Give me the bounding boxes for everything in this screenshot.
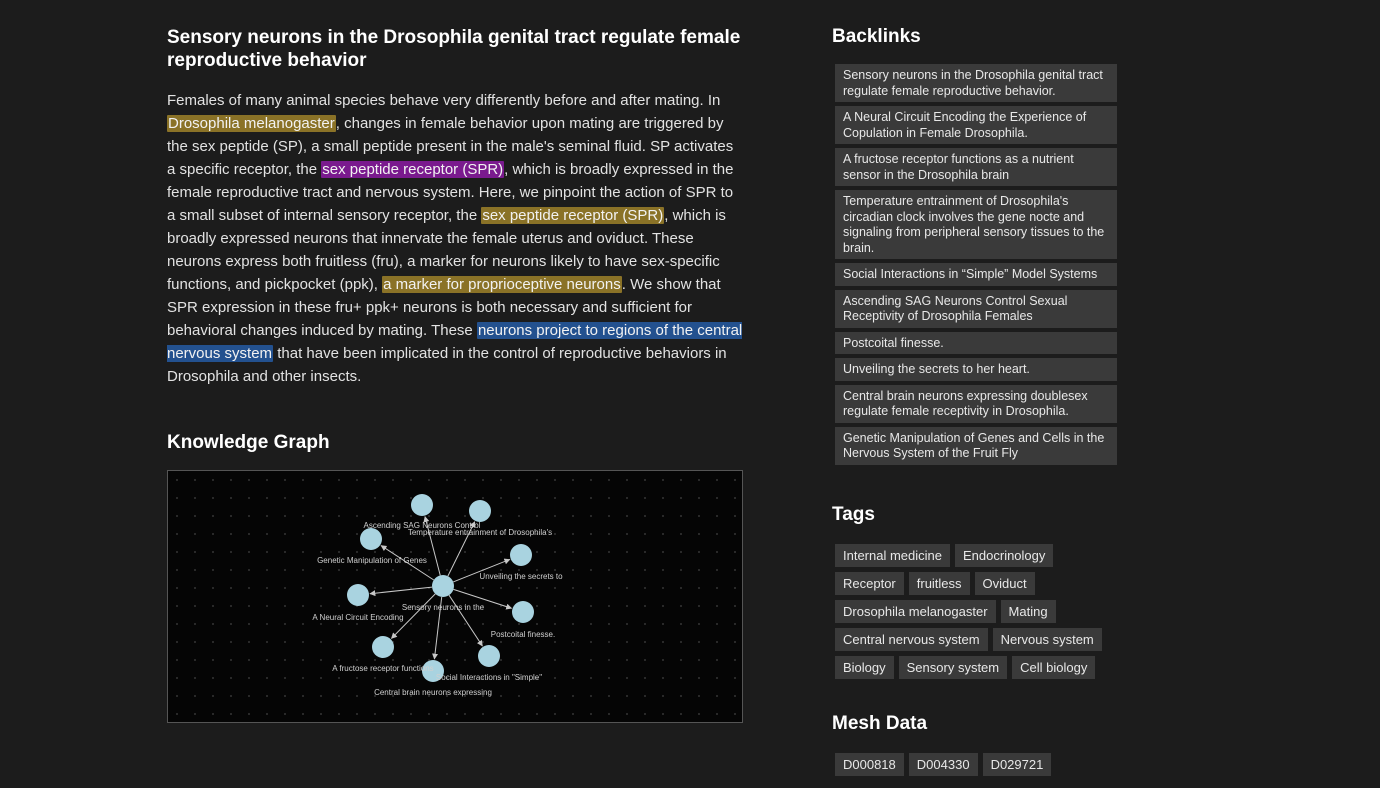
- graph-node-label: Social Interactions in "Simple": [436, 673, 542, 682]
- graph-node[interactable]: [469, 500, 491, 522]
- abstract-text: Females of many animal species behave ve…: [167, 92, 721, 109]
- tag-chip[interactable]: Drosophila melanogaster: [835, 600, 996, 623]
- backlink-item[interactable]: Postcoital finesse.: [835, 331, 1117, 354]
- tags-title: Tags: [832, 504, 875, 525]
- graph-node-label: Postcoital finesse.: [491, 630, 555, 639]
- graph-node-label: A fructose receptor functions: [332, 664, 433, 673]
- backlink-item[interactable]: Unveiling the secrets to her heart.: [835, 358, 1117, 381]
- mesh-chip[interactable]: D004330: [908, 753, 978, 776]
- graph-node[interactable]: [510, 544, 532, 566]
- backlink-item[interactable]: Central brain neurons expressing doubles…: [835, 384, 1117, 423]
- highlighted-term[interactable]: a marker for proprioceptive neurons: [382, 276, 622, 293]
- article: Sensory neurons in the Drosophila genita…: [167, 26, 745, 388]
- mesh-chip-row: D000818 D004330 D029721: [835, 753, 1125, 776]
- graph-node-label: A Neural Circuit Encoding: [312, 613, 403, 622]
- backlink-item[interactable]: Sensory neurons in the Drosophila genita…: [835, 64, 1117, 102]
- graph-node[interactable]: [347, 584, 369, 606]
- knowledge-graph-title: Knowledge Graph: [167, 432, 330, 453]
- tag-chip[interactable]: Cell biology: [1012, 656, 1096, 679]
- tag-chip-row: Biology Sensory system Cell biology: [835, 656, 1125, 679]
- tag-chip[interactable]: Oviduct: [974, 572, 1035, 595]
- graph-node[interactable]: [411, 494, 433, 516]
- backlinks-title: Backlinks: [832, 26, 921, 47]
- tag-chip[interactable]: Biology: [835, 656, 894, 679]
- tag-chip-row: Drosophila melanogaster Mating: [835, 600, 1125, 623]
- tag-chip[interactable]: Receptor: [835, 572, 904, 595]
- graph-node-label: Genetic Manipulation of Genes: [317, 556, 427, 565]
- tag-chip[interactable]: Nervous system: [992, 628, 1102, 651]
- tag-chip-row: Receptor fruitless Oviduct: [835, 572, 1125, 595]
- backlink-item[interactable]: Ascending SAG Neurons Control Sexual Rec…: [835, 289, 1117, 328]
- graph-node-label: Central brain neurons expressing: [374, 688, 492, 697]
- highlighted-term[interactable]: sex peptide receptor (SPR): [481, 207, 665, 224]
- graph-node[interactable]: [512, 601, 534, 623]
- tag-chip[interactable]: fruitless: [908, 572, 970, 595]
- tag-chip[interactable]: Mating: [1000, 600, 1056, 623]
- mesh-data-list: D000818 D004330 D029721: [835, 753, 1125, 781]
- graph-node[interactable]: [478, 645, 500, 667]
- backlink-item[interactable]: A Neural Circuit Encoding the Experience…: [835, 106, 1117, 144]
- graph-edge: [369, 586, 433, 597]
- tag-chip-row: Central nervous system Nervous system: [835, 628, 1125, 651]
- backlink-item[interactable]: Temperature entrainment of Drosophila's …: [835, 190, 1117, 259]
- tag-chip[interactable]: Internal medicine: [835, 544, 950, 567]
- graph-node[interactable]: [372, 636, 394, 658]
- tags-list: Internal medicine Endocrinology Receptor fr…: [835, 544, 1125, 684]
- tag-chip[interactable]: Central nervous system: [835, 628, 988, 651]
- tag-chip[interactable]: Endocrinology: [955, 544, 1054, 567]
- graph-node-center[interactable]: [432, 575, 454, 597]
- backlinks-list: Sensory neurons in the Drosophila genita…: [835, 64, 1117, 469]
- mesh-chip[interactable]: D029721: [982, 753, 1052, 776]
- highlighted-term[interactable]: Drosophila melanogaster: [167, 115, 336, 132]
- mesh-chip[interactable]: D000818: [835, 753, 904, 776]
- graph-node[interactable]: [360, 528, 382, 550]
- article-title: Sensory neurons in the Drosophila genita…: [167, 27, 741, 71]
- backlink-item[interactable]: A fructose receptor functions as a nutri…: [835, 148, 1117, 186]
- highlighted-term[interactable]: sex peptide receptor (SPR): [321, 161, 505, 178]
- knowledge-graph-canvas[interactable]: Sensory neurons in theAscending SAG Neur…: [168, 471, 742, 722]
- tag-chip-row: Internal medicine Endocrinology: [835, 544, 1125, 567]
- graph-node-label: Unveiling the secrets to: [479, 572, 563, 581]
- article-abstract: Females of many animal species behave ve…: [167, 89, 745, 388]
- tag-chip[interactable]: Sensory system: [898, 656, 1008, 679]
- backlink-item[interactable]: Social Interactions in “Simple” Model Sy…: [835, 263, 1117, 286]
- backlink-item[interactable]: Genetic Manipulation of Genes and Cells …: [835, 426, 1117, 465]
- graph-node-label: Sensory neurons in the: [402, 603, 485, 612]
- knowledge-graph[interactable]: Sensory neurons in the Ascending SAG Neur…: [167, 470, 743, 723]
- mesh-data-title: Mesh Data: [832, 713, 928, 734]
- graph-node-label: Temperature entrainment of Drosophila's: [408, 528, 552, 537]
